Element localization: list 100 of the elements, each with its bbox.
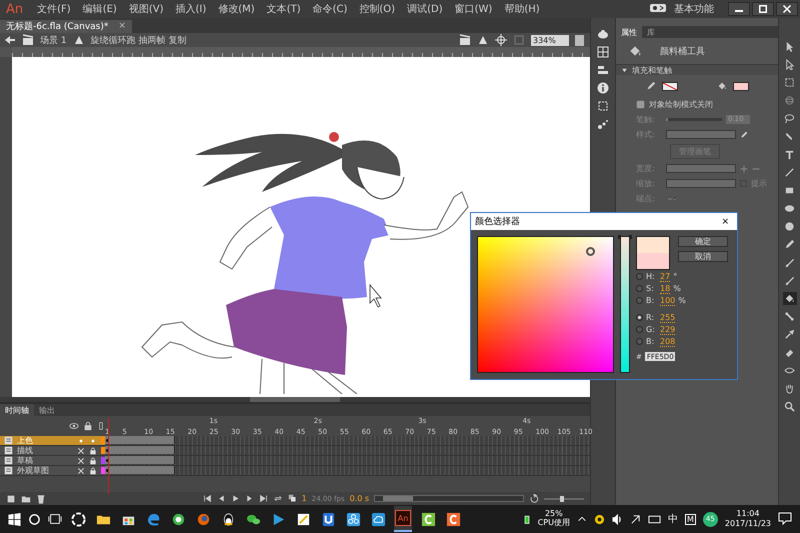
radio-button[interactable]: [636, 326, 643, 333]
lock-icon[interactable]: [89, 446, 97, 455]
panel-tab[interactable]: 属性: [616, 26, 642, 38]
tool-button[interactable]: [782, 310, 796, 323]
menu-item[interactable]: 修改(M): [212, 2, 261, 16]
menu-item[interactable]: 编辑(E): [76, 2, 123, 16]
minimize-button[interactable]: [728, 2, 750, 16]
tool-button[interactable]: [782, 292, 796, 305]
folder-icon[interactable]: [21, 494, 31, 504]
layer-color-swatch[interactable]: [101, 467, 105, 474]
radio-button[interactable]: [636, 297, 643, 304]
layer-color-swatch[interactable]: [101, 437, 105, 444]
hidden-x-icon[interactable]: [77, 466, 85, 475]
radio-button[interactable]: [636, 338, 643, 345]
value-field[interactable]: 27: [660, 272, 670, 282]
frame-span[interactable]: [105, 446, 175, 454]
menu-item[interactable]: 命令(C): [306, 2, 354, 16]
close-button[interactable]: [776, 2, 798, 16]
zoom-field[interactable]: 334%: [531, 34, 569, 46]
scene-link[interactable]: 场景 1: [40, 34, 67, 47]
clip-icon[interactable]: [513, 34, 525, 46]
lock-icon[interactable]: [89, 456, 97, 465]
cancel-button[interactable]: 取消: [678, 251, 728, 262]
center-frame-icon[interactable]: [529, 494, 539, 504]
dialog-close-button[interactable]: ×: [721, 216, 729, 226]
trash-icon[interactable]: [36, 494, 46, 504]
tab-close-button[interactable]: ×: [118, 21, 126, 32]
lock-icon[interactable]: [89, 466, 97, 475]
eye-icon[interactable]: [69, 421, 79, 432]
maximize-button[interactable]: [752, 2, 774, 16]
first-frame-icon[interactable]: [202, 494, 212, 504]
tool-button[interactable]: [782, 328, 796, 341]
menu-item[interactable]: 帮助(H): [498, 2, 546, 16]
center-stage-icon[interactable]: [495, 34, 507, 46]
menu-item[interactable]: 视图(V): [122, 2, 170, 16]
tool-button[interactable]: [782, 400, 796, 413]
clock-date[interactable]: 2017/11/23: [724, 519, 771, 529]
step-forward-icon[interactable]: [244, 494, 254, 504]
symbol-icon[interactable]: [477, 34, 489, 46]
unlocked-dot-icon[interactable]: [89, 436, 97, 445]
keyboard-icon[interactable]: [648, 513, 661, 525]
menu-item[interactable]: 文本(T): [260, 2, 307, 16]
task-view-icon[interactable]: [48, 512, 62, 526]
search-icon[interactable]: [28, 512, 41, 526]
start-icon[interactable]: [8, 512, 21, 526]
menu-item[interactable]: 插入(I): [169, 2, 212, 16]
lock-icon[interactable]: [83, 421, 93, 432]
menu-item[interactable]: 控制(O): [353, 2, 402, 16]
clock-time[interactable]: 11:04: [736, 509, 760, 519]
taskbar-app[interactable]: An: [394, 506, 412, 532]
clapper-icon[interactable]: [459, 34, 471, 46]
tool-button[interactable]: [782, 76, 796, 89]
clapper-icon[interactable]: [22, 34, 34, 46]
speaker-icon[interactable]: [612, 514, 623, 524]
layer-color-swatch[interactable]: [101, 447, 105, 454]
fill-color-swatch[interactable]: [732, 82, 748, 90]
pencil-icon[interactable]: [740, 130, 748, 138]
menu-item[interactable]: 窗口(W): [448, 2, 498, 16]
frame-span[interactable]: [105, 436, 175, 444]
panel-tab[interactable]: 库: [642, 26, 660, 38]
document-tab[interactable]: 无标题-6c.fla (Canvas)* ×: [0, 20, 132, 33]
color-field[interactable]: [477, 236, 614, 373]
visible-dot-icon[interactable]: [77, 436, 85, 445]
menu-item[interactable]: 调试(D): [401, 2, 449, 16]
radio-button[interactable]: [636, 273, 643, 280]
value-field[interactable]: 229: [660, 324, 676, 334]
slider-handle[interactable]: [618, 235, 632, 239]
ok-button[interactable]: 确定: [678, 236, 728, 247]
align-icon[interactable]: [597, 64, 609, 76]
network-icon[interactable]: [630, 514, 641, 524]
section-header[interactable]: 填充和笔触: [616, 64, 778, 75]
outline-icon[interactable]: [97, 421, 105, 432]
layer-color-swatch[interactable]: [101, 457, 105, 464]
frame-span[interactable]: [105, 456, 175, 464]
tool-button[interactable]: [782, 112, 796, 125]
layer-row[interactable]: 草稿: [0, 456, 105, 466]
step-back-icon[interactable]: [216, 494, 226, 504]
layer-row[interactable]: 描线: [0, 446, 105, 456]
layer-row[interactable]: 外观草图: [0, 466, 105, 476]
scrollbar[interactable]: [0, 397, 590, 402]
new-layer-icon[interactable]: [6, 494, 16, 504]
value-field[interactable]: 208: [660, 336, 676, 346]
radio-button[interactable]: [636, 285, 643, 292]
symbol-link[interactable]: 旋绕循环跑 抽两帧 复制: [90, 34, 186, 47]
ime-indicator[interactable]: 中: [668, 512, 678, 526]
tool-button[interactable]: [782, 166, 796, 179]
workspace-switcher[interactable]: 基本功能: [674, 2, 714, 16]
stroke-color-swatch[interactable]: [662, 82, 678, 90]
panel-tab[interactable]: 时间轴: [0, 404, 34, 416]
grid-icon[interactable]: [597, 46, 609, 58]
value-field[interactable]: 255: [660, 312, 676, 322]
sync-icon[interactable]: [650, 2, 666, 14]
back-arrow-icon[interactable]: [4, 34, 16, 46]
ime-mode[interactable]: M: [684, 514, 696, 524]
motion-presets-icon[interactable]: [597, 118, 609, 130]
radio-button[interactable]: [636, 314, 643, 321]
hidden-x-icon[interactable]: [77, 446, 85, 455]
drawing-mode-icon[interactable]: [636, 100, 645, 109]
onion-skin-icon[interactable]: [288, 494, 297, 504]
last-frame-icon[interactable]: [258, 494, 268, 504]
